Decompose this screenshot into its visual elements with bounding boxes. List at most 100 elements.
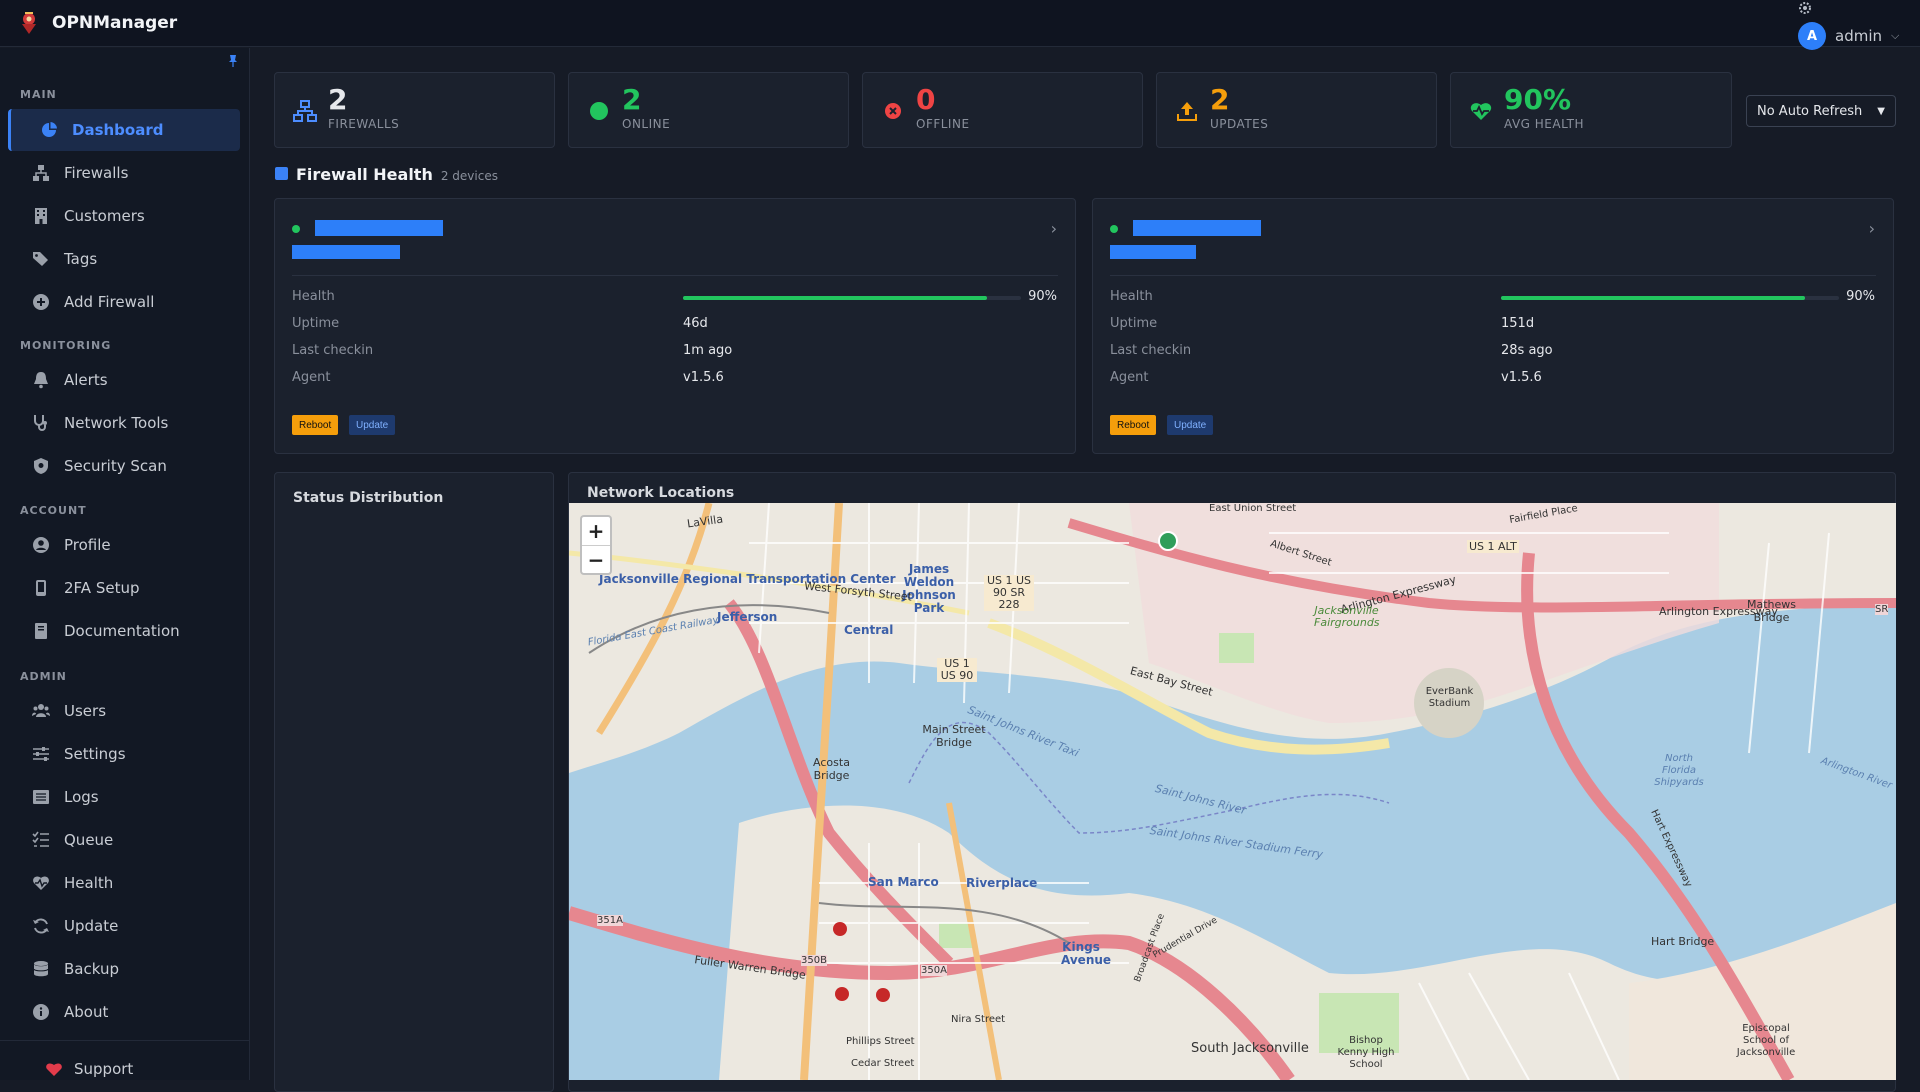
- gear-icon[interactable]: [1797, 0, 1813, 16]
- auto-refresh-select[interactable]: No Auto Refresh ▼: [1746, 95, 1896, 127]
- brand[interactable]: OPNManager: [18, 10, 177, 36]
- section-admin: ADMIN: [20, 670, 67, 683]
- offline-x-icon: [885, 103, 901, 119]
- reboot-button[interactable]: Reboot: [292, 415, 339, 435]
- zoom-in-button[interactable]: +: [582, 517, 610, 545]
- map-zoom-control: + −: [580, 515, 612, 575]
- uptime-label: Uptime: [292, 316, 340, 331]
- sidebar-item-label: Queue: [64, 831, 114, 849]
- stat-card-avg-health: 90% AVG HEALTH: [1450, 72, 1732, 148]
- map-label: Acosta Bridge: [813, 756, 850, 782]
- sidebar-item-documentation[interactable]: Documentation: [8, 610, 240, 652]
- sidebar-item-customers[interactable]: Customers: [8, 195, 240, 237]
- sidebar-item-update[interactable]: Update: [8, 905, 240, 947]
- update-button[interactable]: Update: [1167, 415, 1214, 435]
- sidebar-item-firewalls[interactable]: Firewalls: [8, 152, 240, 194]
- panel-title: Network Locations: [587, 485, 735, 501]
- sidebar-item-users[interactable]: Users: [8, 690, 240, 732]
- health-label: Health: [292, 289, 335, 304]
- device-count: 2 devices: [440, 169, 498, 183]
- stat-card-online: 2 ONLINE: [568, 72, 849, 148]
- sidebar-item-label: Logs: [64, 788, 99, 806]
- sidebar-item-settings[interactable]: Settings: [8, 733, 240, 775]
- sidebar-item-alerts[interactable]: Alerts: [8, 359, 240, 401]
- sidebar-item-backup[interactable]: Backup: [8, 948, 240, 990]
- section-title: Firewall Health: [296, 165, 433, 184]
- map-label: Episcopal School of Jacksonville: [1736, 1023, 1796, 1058]
- last-checkin-label: Last checkin: [1110, 343, 1192, 358]
- plus-circle-icon: [33, 294, 49, 310]
- stat-value: 0: [916, 83, 936, 116]
- sidebar-item-dashboard[interactable]: Dashboard: [8, 109, 240, 151]
- heartbeat-icon: [33, 876, 49, 890]
- update-button[interactable]: Update: [349, 415, 396, 435]
- sidebar-item-add-firewall[interactable]: Add Firewall: [8, 281, 240, 323]
- sidebar-item-label: Documentation: [64, 622, 180, 640]
- firewall-card[interactable]: › Health 90% Uptime 151d Last checkin 28…: [1092, 198, 1894, 454]
- sidebar-item-about[interactable]: About: [8, 991, 240, 1033]
- health-percent: 90%: [1846, 289, 1875, 304]
- map-label: US 1 ALT: [1467, 540, 1519, 553]
- sidebar-item-tags[interactable]: Tags: [8, 238, 240, 280]
- last-checkin-label: Last checkin: [292, 343, 374, 358]
- agent-label: Agent: [1110, 370, 1149, 385]
- sidebar-item-label: Alerts: [64, 371, 108, 389]
- sidebar-item-logs[interactable]: Logs: [8, 776, 240, 818]
- map-label: 350A: [921, 965, 947, 976]
- sidebar-item-queue[interactable]: Queue: [8, 819, 240, 861]
- sidebar-item-label: About: [64, 1003, 109, 1021]
- sidebar-item-label: Dashboard: [72, 121, 164, 139]
- sidebar-item-label: Backup: [64, 960, 119, 978]
- database-icon: [33, 961, 49, 977]
- sidebar-item-label: Profile: [64, 536, 111, 554]
- chevron-right-icon[interactable]: ›: [1869, 219, 1875, 238]
- firewall-card[interactable]: › Health 90% Uptime 46d Last checkin 1m …: [274, 198, 1076, 454]
- sidebar-item-network-tools[interactable]: Network Tools: [8, 402, 240, 444]
- section-account: ACCOUNT: [20, 504, 87, 517]
- zoom-out-button[interactable]: −: [582, 545, 610, 573]
- user-menu[interactable]: A admin ⌵: [1798, 22, 1899, 50]
- sidebar-item-security-scan[interactable]: Security Scan: [8, 445, 240, 487]
- firewall-customer-redacted: [292, 245, 400, 259]
- sidebar-item-label: Customers: [64, 207, 145, 225]
- health-bar-fill: [683, 296, 988, 300]
- map-label: Bishop Kenny High School: [1337, 1035, 1395, 1070]
- map-label: San Marco: [868, 875, 939, 889]
- online-dot-icon: [590, 102, 608, 120]
- sidebar-item-health[interactable]: Health: [8, 862, 240, 904]
- stat-value: 2: [328, 83, 348, 116]
- bell-icon: [34, 372, 48, 389]
- network-icon: [33, 165, 49, 181]
- stat-label: OFFLINE: [916, 117, 970, 131]
- map-label: North Florida Shipyards: [1654, 753, 1704, 788]
- dashboard-icon: [42, 122, 57, 137]
- sidebar-item-label: Update: [64, 917, 119, 935]
- uptime-value: 151d: [1501, 316, 1535, 331]
- heartbeat-icon: [1470, 103, 1492, 120]
- users-icon: [32, 704, 50, 717]
- building-icon: [35, 208, 47, 224]
- upload-icon: [1177, 102, 1197, 121]
- chevron-right-icon[interactable]: ›: [1051, 219, 1057, 238]
- mobile-icon: [36, 580, 46, 596]
- sliders-icon: [33, 747, 49, 761]
- health-bar-fill: [1501, 296, 1806, 300]
- heart-icon: [46, 1063, 62, 1076]
- info-icon: [33, 1004, 49, 1020]
- divider: [1110, 275, 1876, 276]
- health-percent: 90%: [1028, 289, 1057, 304]
- sidebar-item-label: 2FA Setup: [64, 579, 140, 597]
- stat-card-firewalls: 2 FIREWALLS: [274, 72, 555, 148]
- firewall-name-redacted: [1133, 220, 1261, 236]
- network-map[interactable]: Jacksonville Regional Transportation Cen…: [569, 503, 1896, 1080]
- sidebar-item-profile[interactable]: Profile: [8, 524, 240, 566]
- sidebar-item-label: Tags: [64, 250, 98, 268]
- firewall-customer-redacted: [1110, 245, 1196, 259]
- stat-label: AVG HEALTH: [1504, 117, 1584, 131]
- sidebar-item-label: Firewalls: [64, 164, 129, 182]
- section-main: MAIN: [20, 88, 57, 101]
- support-link[interactable]: Support: [46, 1060, 133, 1078]
- reboot-button[interactable]: Reboot: [1110, 415, 1157, 435]
- pin-icon[interactable]: [226, 54, 240, 68]
- sidebar-item-2fa-setup[interactable]: 2FA Setup: [8, 567, 240, 609]
